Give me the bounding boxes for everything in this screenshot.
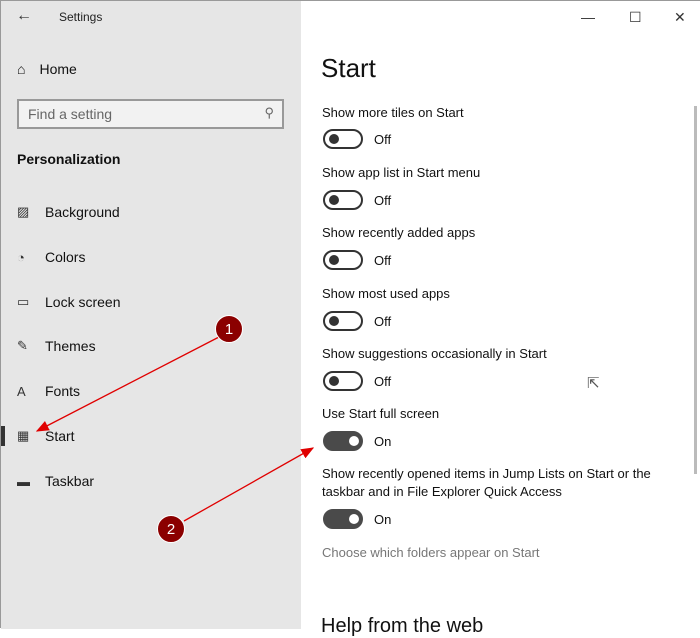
- annotation-arrows: [35, 336, 315, 522]
- arrow-2: [183, 447, 315, 522]
- arrow-1: [35, 336, 220, 432]
- annotation-badge-1: 1: [215, 315, 243, 343]
- annotation-badge-2: 2: [157, 515, 185, 543]
